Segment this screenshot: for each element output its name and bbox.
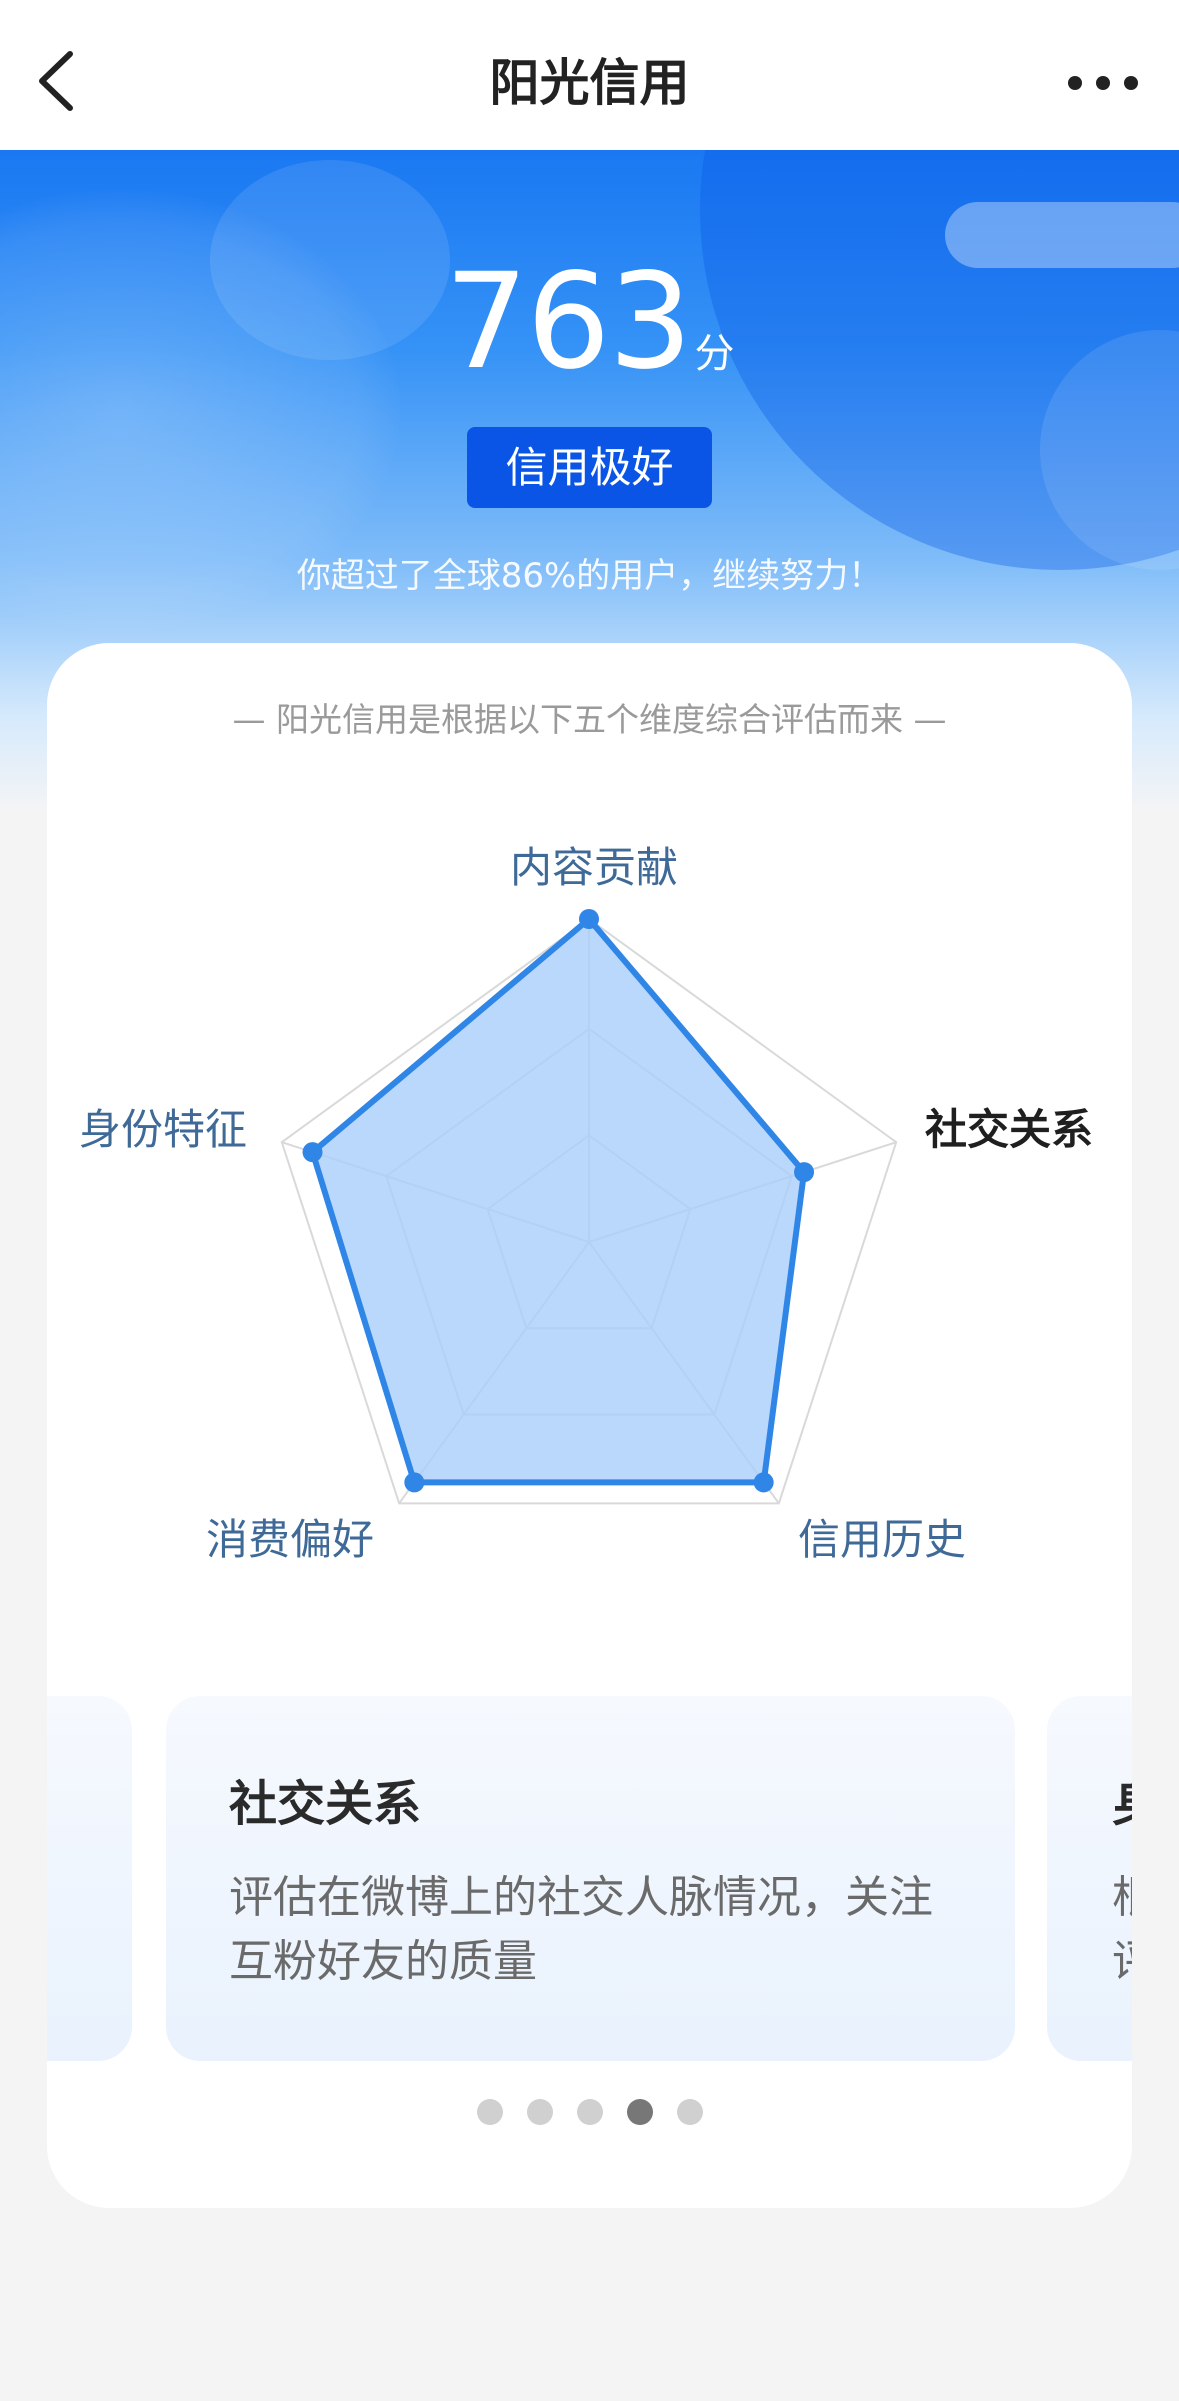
pagination-dot[interactable] — [526, 2099, 553, 2125]
slide-description: 根 评 — [1112, 1866, 1132, 1994]
score-value: 763 — [444, 245, 693, 399]
carousel-pagination — [47, 2099, 1132, 2125]
radar-point-3 — [404, 1472, 425, 1493]
slide-title: 身 — [1112, 1764, 1132, 1834]
slide-description: 评估在微博上的社交人脉情况，关注互粉好友的质量 — [229, 1872, 933, 1987]
slide-title: 社交关系 — [229, 1776, 422, 1832]
navigation-bar: 阳光信用 — [0, 0, 1179, 150]
score-unit: 分 — [694, 331, 735, 377]
credit-score: 763 分 — [0, 245, 1179, 399]
carousel-slide-previous[interactable] — [47, 1696, 132, 2061]
radar-label-content-contribution[interactable]: 内容贡献 — [510, 842, 678, 894]
radar-label-consumption-preference[interactable]: 消费偏好 — [206, 1514, 374, 1566]
more-options-icon[interactable] — [1063, 58, 1143, 108]
pagination-dot[interactable] — [576, 2099, 603, 2125]
radar-chart — [280, 909, 898, 1505]
credit-level-badge: 信用极好 — [467, 427, 712, 508]
carousel-slide-current[interactable]: 社交关系 评估在微博上的社交人脉情况，关注互粉好友的质量 — [166, 1696, 1015, 2061]
radar-point-0 — [579, 909, 599, 929]
pagination-dot[interactable] — [476, 2099, 503, 2125]
radar-label-credit-history[interactable]: 信用历史 — [798, 1514, 966, 1566]
radar-point-2 — [753, 1472, 774, 1493]
radar-label-social-relations[interactable]: 社交关系 — [925, 1104, 1093, 1156]
carousel-slide-next[interactable]: 身 根 评 — [1047, 1696, 1132, 2061]
dimension-carousel[interactable]: 社交关系 评估在微博上的社交人脉情况，关注互粉好友的质量 身 根 评 — [47, 1696, 1132, 2061]
pagination-dot[interactable] — [626, 2099, 653, 2125]
radar-point-4 — [302, 1142, 323, 1163]
radar-data-area — [309, 916, 808, 1486]
pagination-dot[interactable] — [676, 2099, 703, 2125]
credit-dimensions-card: — 阳光信用是根据以下五个维度综合评估而来 — 内容贡献 社交关系 信用历史 消… — [47, 643, 1132, 2208]
radar-label-identity-traits[interactable]: 身份特征 — [79, 1104, 247, 1156]
rank-text: 你超过了全球86%的用户，继续努力！ — [296, 556, 883, 596]
radar-point-1 — [794, 1162, 815, 1183]
page-title: 阳光信用 — [489, 54, 690, 112]
